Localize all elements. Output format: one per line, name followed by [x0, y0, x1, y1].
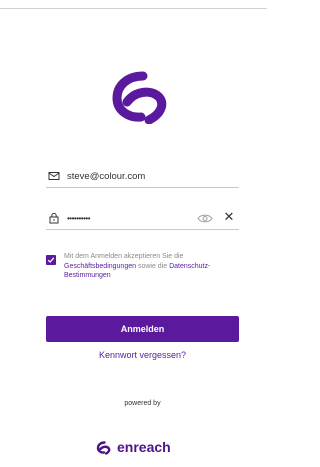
password-value: ••••••••••: [67, 214, 91, 223]
consent-checkbox[interactable]: [46, 255, 56, 265]
lock-icon: [49, 212, 59, 224]
checkmark-icon: [47, 257, 55, 263]
colour-logo-icon: [112, 71, 167, 124]
enreach-mark-icon: [96, 441, 111, 455]
email-underline: [46, 187, 239, 188]
powered-by-label: powered by: [124, 400, 161, 407]
consent-prefix: Mit dem Anmelden akzeptieren Sie die: [64, 253, 184, 260]
eye-icon[interactable]: [197, 213, 213, 224]
consent-text: Mit dem Anmelden akzeptieren Sie die Ges…: [64, 252, 244, 281]
login-button[interactable]: Anmelden: [46, 316, 239, 342]
password-underline: [46, 229, 239, 230]
brand-name: enreach: [117, 439, 171, 455]
envelope-icon: [48, 172, 60, 180]
email-value: steve@colour.com: [67, 171, 146, 182]
top-divider: [0, 8, 267, 9]
consent-middle: sowie die: [137, 262, 168, 270]
password-field[interactable]: •••••••••• ✕: [46, 208, 239, 230]
close-icon[interactable]: ✕: [222, 210, 236, 224]
terms-link[interactable]: Geschäftsbedingungen: [64, 263, 136, 270]
email-field[interactable]: steve@colour.com: [46, 166, 239, 188]
forgot-password-link[interactable]: Kennwort vergessen?: [0, 350, 285, 360]
